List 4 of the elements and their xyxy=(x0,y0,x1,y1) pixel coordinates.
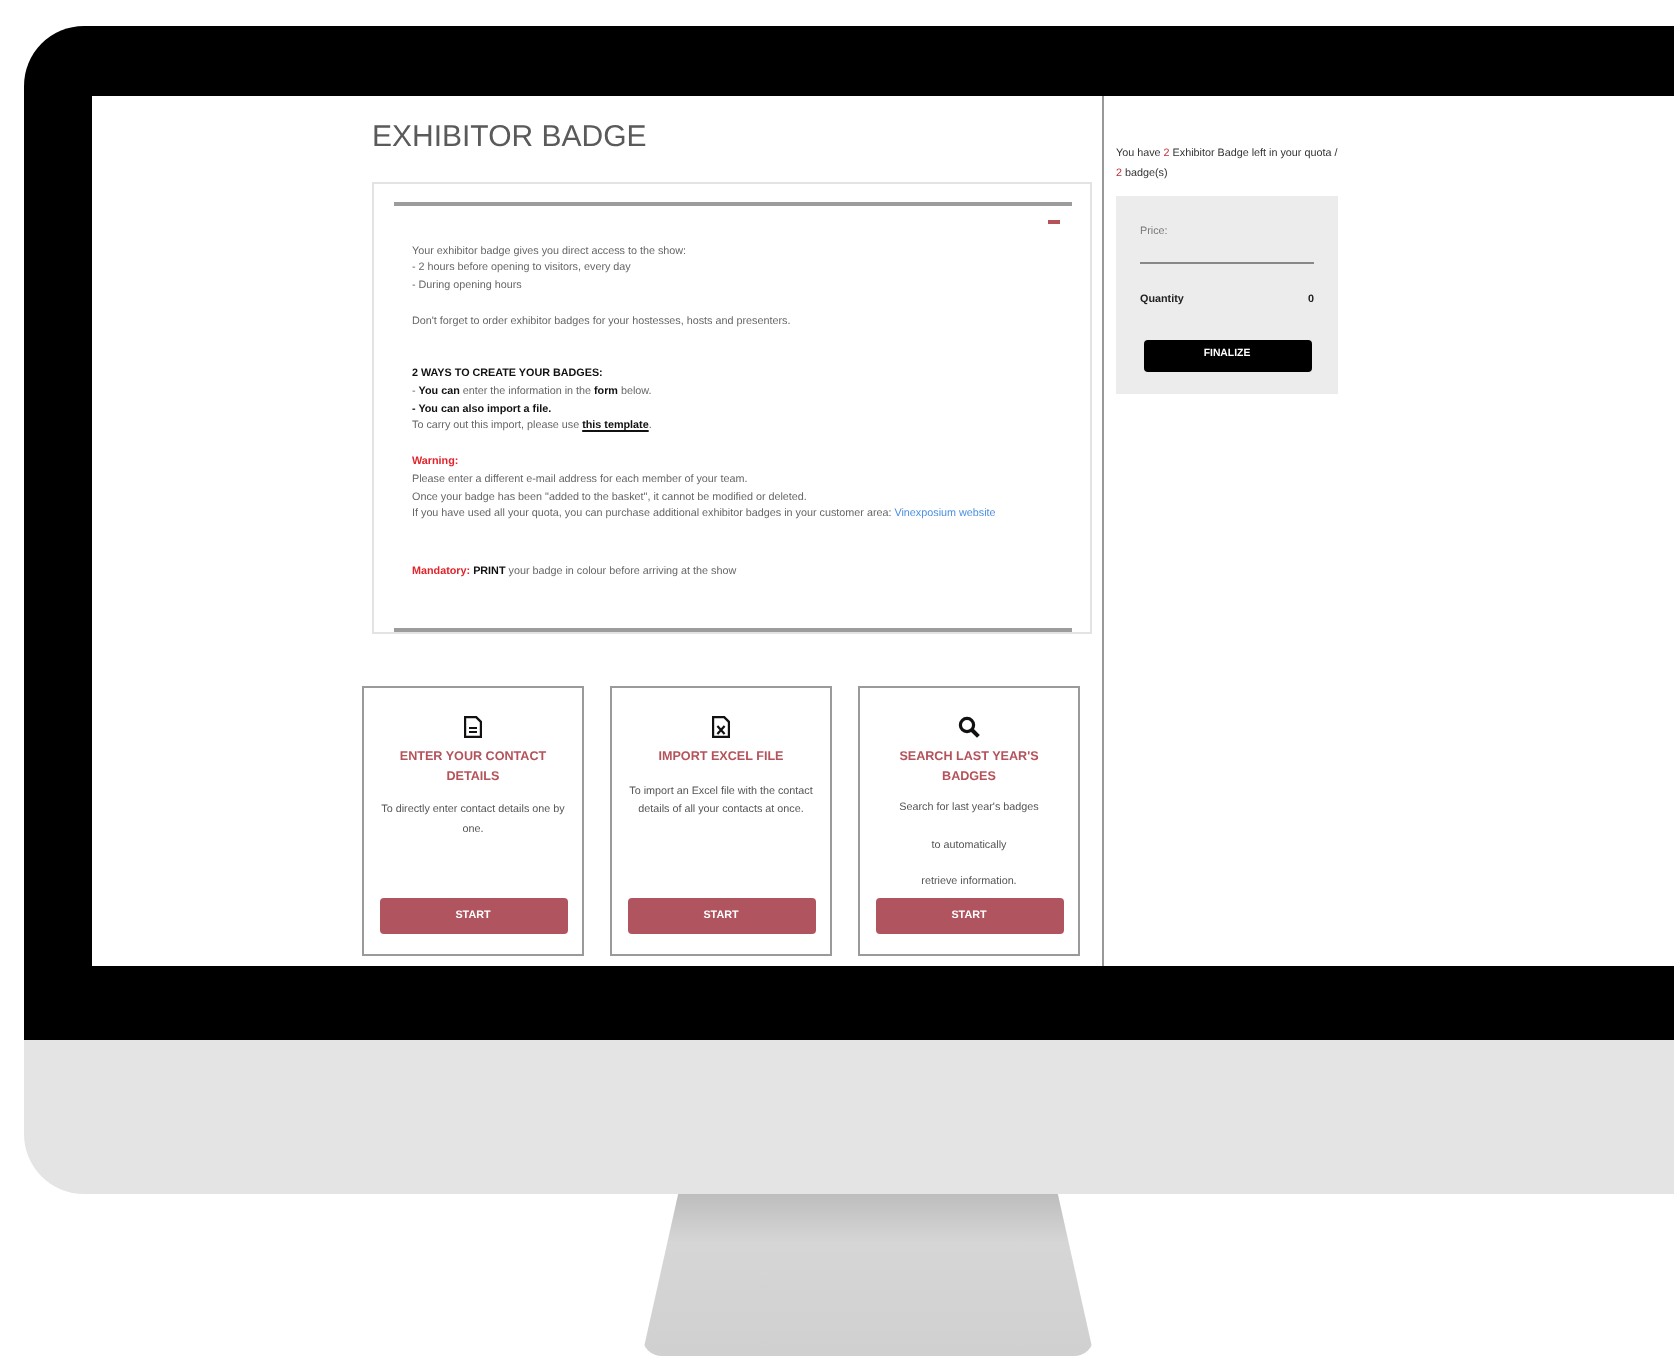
page-title: EXHIBITOR BADGE xyxy=(372,120,649,154)
search-icon xyxy=(958,716,980,738)
document-icon xyxy=(464,716,482,738)
excel-file-icon xyxy=(712,716,730,738)
